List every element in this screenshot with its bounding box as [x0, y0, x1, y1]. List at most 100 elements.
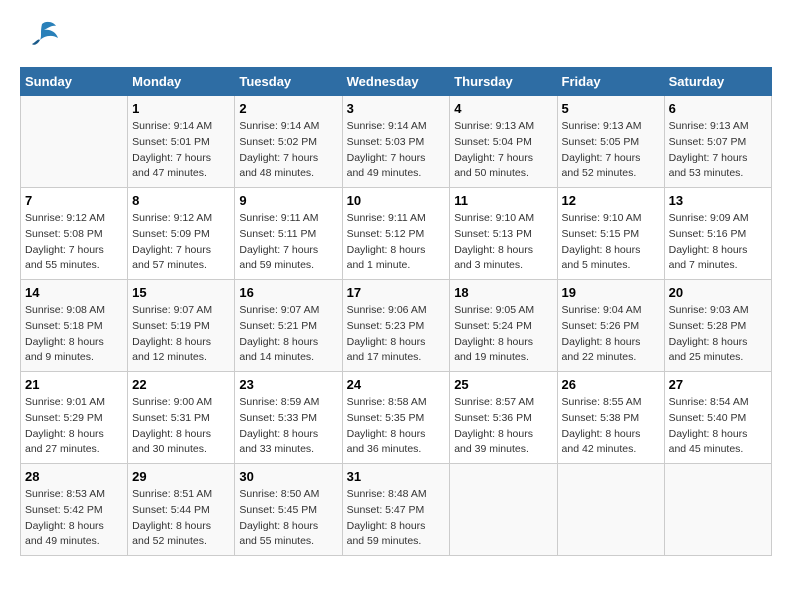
- calendar-cell: 31 Sunrise: 8:48 AMSunset: 5:47 PMDayligh…: [342, 464, 450, 556]
- day-info: Sunrise: 9:13 AMSunset: 5:05 PMDaylight:…: [562, 119, 660, 182]
- calendar-cell: 14 Sunrise: 9:08 AMSunset: 5:18 PMDayligh…: [21, 280, 128, 372]
- logo: [20, 20, 60, 57]
- day-info: Sunrise: 8:50 AMSunset: 5:45 PMDaylight:…: [239, 487, 337, 550]
- day-info: Sunrise: 8:48 AMSunset: 5:47 PMDaylight:…: [347, 487, 446, 550]
- day-info: Sunrise: 8:55 AMSunset: 5:38 PMDaylight:…: [562, 395, 660, 458]
- day-number: 26: [562, 377, 660, 392]
- day-number: 20: [669, 285, 767, 300]
- day-number: 29: [132, 469, 230, 484]
- day-number: 6: [669, 101, 767, 116]
- day-info: Sunrise: 8:53 AMSunset: 5:42 PMDaylight:…: [25, 487, 123, 550]
- calendar-cell: [450, 464, 557, 556]
- day-info: Sunrise: 9:12 AMSunset: 5:08 PMDaylight:…: [25, 211, 123, 274]
- day-number: 17: [347, 285, 446, 300]
- day-info: Sunrise: 9:10 AMSunset: 5:15 PMDaylight:…: [562, 211, 660, 274]
- bird-icon: [24, 16, 60, 57]
- calendar-cell: 26 Sunrise: 8:55 AMSunset: 5:38 PMDayligh…: [557, 372, 664, 464]
- calendar-cell: 4 Sunrise: 9:13 AMSunset: 5:04 PMDaylight…: [450, 96, 557, 188]
- header-cell-sunday: Sunday: [21, 68, 128, 96]
- calendar-cell: 10 Sunrise: 9:11 AMSunset: 5:12 PMDayligh…: [342, 188, 450, 280]
- day-info: Sunrise: 9:07 AMSunset: 5:19 PMDaylight:…: [132, 303, 230, 366]
- day-info: Sunrise: 9:14 AMSunset: 5:01 PMDaylight:…: [132, 119, 230, 182]
- day-info: Sunrise: 9:05 AMSunset: 5:24 PMDaylight:…: [454, 303, 552, 366]
- day-info: Sunrise: 9:07 AMSunset: 5:21 PMDaylight:…: [239, 303, 337, 366]
- calendar-cell: 9 Sunrise: 9:11 AMSunset: 5:11 PMDaylight…: [235, 188, 342, 280]
- header-cell-tuesday: Tuesday: [235, 68, 342, 96]
- day-number: 23: [239, 377, 337, 392]
- day-info: Sunrise: 9:14 AMSunset: 5:03 PMDaylight:…: [347, 119, 446, 182]
- page-header: [20, 20, 772, 57]
- calendar-cell: 8Sunrise: 9:12 AMSunset: 5:09 PMDaylight…: [128, 188, 235, 280]
- header-row: SundayMondayTuesdayWednesdayThursdayFrid…: [21, 68, 772, 96]
- header-cell-thursday: Thursday: [450, 68, 557, 96]
- calendar-cell: 16 Sunrise: 9:07 AMSunset: 5:21 PMDayligh…: [235, 280, 342, 372]
- calendar-cell: 6 Sunrise: 9:13 AMSunset: 5:07 PMDaylight…: [664, 96, 771, 188]
- day-info: Sunrise: 9:13 AMSunset: 5:04 PMDaylight:…: [454, 119, 552, 182]
- day-info: Sunrise: 9:14 AMSunset: 5:02 PMDaylight:…: [239, 119, 337, 182]
- day-number: 7: [25, 193, 123, 208]
- day-info: Sunrise: 9:01 AMSunset: 5:29 PMDaylight:…: [25, 395, 123, 458]
- day-number: 4: [454, 101, 552, 116]
- calendar-cell: 12 Sunrise: 9:10 AMSunset: 5:15 PMDayligh…: [557, 188, 664, 280]
- day-number: 1: [132, 101, 230, 116]
- calendar-cell: [557, 464, 664, 556]
- calendar-table: SundayMondayTuesdayWednesdayThursdayFrid…: [20, 67, 772, 556]
- day-number: 14: [25, 285, 123, 300]
- day-number: 25: [454, 377, 552, 392]
- day-number: 18: [454, 285, 552, 300]
- calendar-cell: 28Sunrise: 8:53 AMSunset: 5:42 PMDayligh…: [21, 464, 128, 556]
- day-number: 3: [347, 101, 446, 116]
- calendar-cell: 30 Sunrise: 8:50 AMSunset: 5:45 PMDayligh…: [235, 464, 342, 556]
- calendar-cell: 1 Sunrise: 9:14 AMSunset: 5:01 PMDaylight…: [128, 96, 235, 188]
- day-info: Sunrise: 9:04 AMSunset: 5:26 PMDaylight:…: [562, 303, 660, 366]
- day-info: Sunrise: 8:59 AMSunset: 5:33 PMDaylight:…: [239, 395, 337, 458]
- day-info: Sunrise: 8:57 AMSunset: 5:36 PMDaylight:…: [454, 395, 552, 458]
- day-number: 13: [669, 193, 767, 208]
- day-number: 27: [669, 377, 767, 392]
- day-info: Sunrise: 9:08 AMSunset: 5:18 PMDaylight:…: [25, 303, 123, 366]
- week-row-2: 7 Sunrise: 9:12 AMSunset: 5:08 PMDaylight…: [21, 188, 772, 280]
- day-info: Sunrise: 9:06 AMSunset: 5:23 PMDaylight:…: [347, 303, 446, 366]
- calendar-cell: 23 Sunrise: 8:59 AMSunset: 5:33 PMDayligh…: [235, 372, 342, 464]
- day-number: 11: [454, 193, 552, 208]
- day-info: Sunrise: 9:13 AMSunset: 5:07 PMDaylight:…: [669, 119, 767, 182]
- calendar-cell: 21 Sunrise: 9:01 AMSunset: 5:29 PMDayligh…: [21, 372, 128, 464]
- calendar-cell: 3 Sunrise: 9:14 AMSunset: 5:03 PMDaylight…: [342, 96, 450, 188]
- day-number: 9: [239, 193, 337, 208]
- day-number: 21: [25, 377, 123, 392]
- day-number: 16: [239, 285, 337, 300]
- day-number: 8: [132, 193, 230, 208]
- calendar-cell: 2Sunrise: 9:14 AMSunset: 5:02 PMDaylight…: [235, 96, 342, 188]
- calendar-cell: 19 Sunrise: 9:04 AMSunset: 5:26 PMDayligh…: [557, 280, 664, 372]
- day-number: 30: [239, 469, 337, 484]
- calendar-header: SundayMondayTuesdayWednesdayThursdayFrid…: [21, 68, 772, 96]
- calendar-cell: 7 Sunrise: 9:12 AMSunset: 5:08 PMDaylight…: [21, 188, 128, 280]
- day-number: 19: [562, 285, 660, 300]
- calendar-cell: 24Sunrise: 8:58 AMSunset: 5:35 PMDayligh…: [342, 372, 450, 464]
- week-row-4: 21 Sunrise: 9:01 AMSunset: 5:29 PMDayligh…: [21, 372, 772, 464]
- day-info: Sunrise: 9:11 AMSunset: 5:12 PMDaylight:…: [347, 211, 446, 274]
- calendar-cell: 25 Sunrise: 8:57 AMSunset: 5:36 PMDayligh…: [450, 372, 557, 464]
- day-number: 12: [562, 193, 660, 208]
- day-number: 31: [347, 469, 446, 484]
- calendar-cell: 18 Sunrise: 9:05 AMSunset: 5:24 PMDayligh…: [450, 280, 557, 372]
- calendar-cell: 22Sunrise: 9:00 AMSunset: 5:31 PMDayligh…: [128, 372, 235, 464]
- calendar-cell: [664, 464, 771, 556]
- calendar-cell: 5 Sunrise: 9:13 AMSunset: 5:05 PMDaylight…: [557, 96, 664, 188]
- day-number: 10: [347, 193, 446, 208]
- day-info: Sunrise: 9:10 AMSunset: 5:13 PMDaylight:…: [454, 211, 552, 274]
- day-info: Sunrise: 8:51 AMSunset: 5:44 PMDaylight:…: [132, 487, 230, 550]
- calendar-cell: [21, 96, 128, 188]
- calendar-body: 1 Sunrise: 9:14 AMSunset: 5:01 PMDaylight…: [21, 96, 772, 556]
- day-info: Sunrise: 9:11 AMSunset: 5:11 PMDaylight:…: [239, 211, 337, 274]
- day-info: Sunrise: 9:09 AMSunset: 5:16 PMDaylight:…: [669, 211, 767, 274]
- calendar-cell: 20 Sunrise: 9:03 AMSunset: 5:28 PMDayligh…: [664, 280, 771, 372]
- header-cell-monday: Monday: [128, 68, 235, 96]
- day-info: Sunrise: 9:03 AMSunset: 5:28 PMDaylight:…: [669, 303, 767, 366]
- day-number: 15: [132, 285, 230, 300]
- calendar-cell: 13 Sunrise: 9:09 AMSunset: 5:16 PMDayligh…: [664, 188, 771, 280]
- calendar-cell: 29 Sunrise: 8:51 AMSunset: 5:44 PMDayligh…: [128, 464, 235, 556]
- day-number: 5: [562, 101, 660, 116]
- header-cell-saturday: Saturday: [664, 68, 771, 96]
- calendar-cell: 11 Sunrise: 9:10 AMSunset: 5:13 PMDayligh…: [450, 188, 557, 280]
